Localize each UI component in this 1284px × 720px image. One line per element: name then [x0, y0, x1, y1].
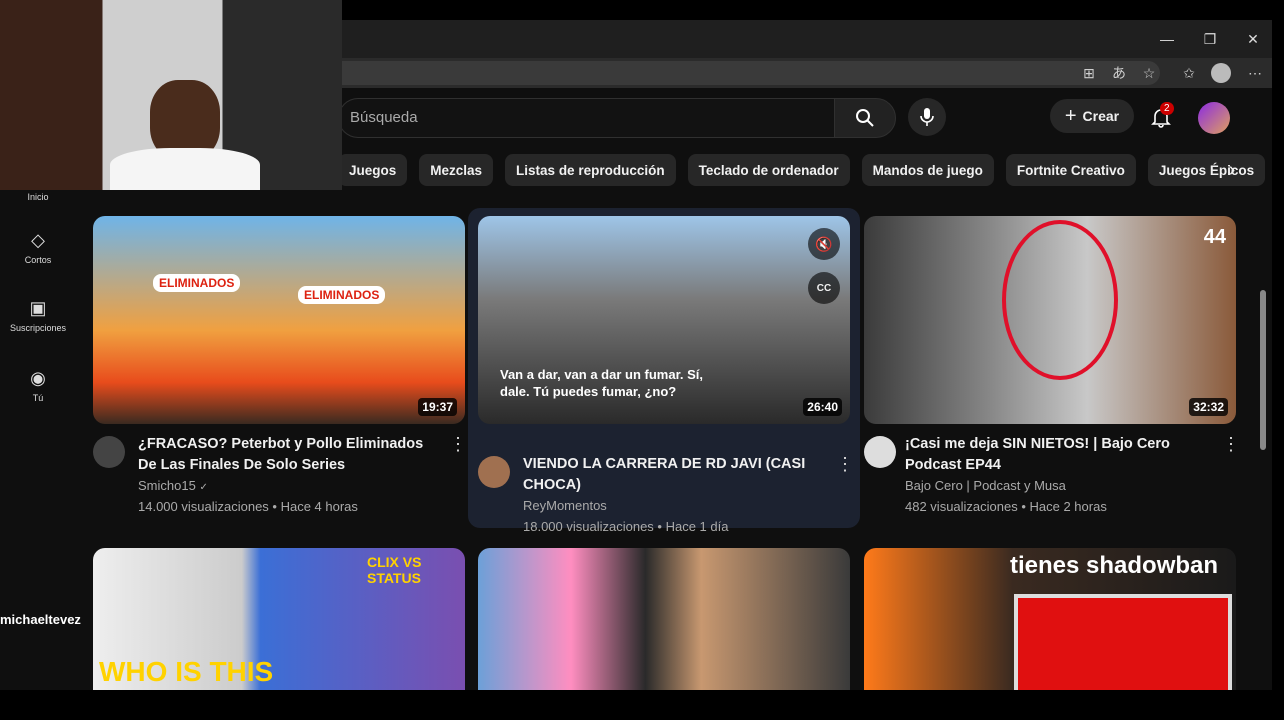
channel-name[interactable]: ReyMomentos: [523, 496, 607, 516]
you-icon: ◉: [30, 368, 46, 388]
more-vert-icon[interactable]: ⋮: [449, 434, 467, 455]
video-duration: 26:40: [803, 398, 842, 416]
video-duration: 32:32: [1189, 398, 1228, 416]
video-thumbnail[interactable]: ELIMINADOS ELIMINADOS 19:37: [93, 216, 465, 424]
sidebar-item-home[interactable]: Inicio: [0, 192, 76, 202]
video-thumbnail[interactable]: 44 32:32: [864, 216, 1236, 424]
video-card[interactable]: ELIMINADOS ELIMINADOS 19:37 ¿FRACASO? Pe…: [93, 216, 467, 536]
caption-text: Van a dar, van a dar un fumar. Sí, dale.…: [500, 367, 704, 399]
more-vert-icon[interactable]: ⋮: [836, 454, 854, 475]
chip-listas[interactable]: Listas de reproducción: [505, 154, 676, 186]
video-card[interactable]: Van a dar, van a dar un fumar. Sí, dale.…: [468, 208, 860, 534]
thumbnail-text: CLIX VS STATUS: [367, 554, 422, 586]
video-meta: 18.000 visualizaciones • Hace 1 día: [523, 519, 729, 534]
thumbnail-text: ELIMINADOS: [153, 274, 241, 292]
search-input[interactable]: Búsqueda: [350, 109, 418, 126]
person-shirt: [110, 148, 260, 190]
video-thumbnail[interactable]: Van a dar, van a dar un fumar. Sí, dale.…: [478, 216, 850, 424]
address-bar[interactable]: [330, 61, 1160, 85]
star-icon[interactable]: ☆: [1138, 62, 1160, 84]
close-button[interactable]: ✕: [1231, 20, 1275, 58]
cc-button[interactable]: CC: [808, 272, 840, 304]
video-title[interactable]: ¡Casi me deja SIN NIETOS! | Bajo Cero Po…: [905, 434, 1205, 476]
create-button[interactable]: + Crear: [1050, 99, 1134, 133]
video-thumbnail[interactable]: WHO IS THIS CLIX VS STATUS: [93, 548, 465, 690]
microphone-icon: [920, 108, 934, 126]
chip-fortnite[interactable]: Fortnite Creativo: [1005, 154, 1136, 186]
plus-icon: +: [1064, 104, 1077, 127]
sidebar-item-label: Tú: [32, 393, 44, 403]
thumbnail-text: ELIMINADOS: [298, 286, 386, 304]
sidebar-item-you[interactable]: ◉ Tú: [0, 368, 76, 403]
video-title[interactable]: VIENDO LA CARRERA DE RD JAVI (CASI CHOCA…: [523, 454, 813, 496]
chip-teclado[interactable]: Teclado de ordenador: [687, 154, 850, 186]
video-meta: 482 visualizaciones • Hace 2 horas: [905, 499, 1107, 514]
video-card[interactable]: 44 32:32 ¡Casi me deja SIN NIETOS! | Baj…: [864, 216, 1240, 536]
more-vert-icon[interactable]: ⋮: [1222, 434, 1240, 455]
search-box[interactable]: Búsqueda: [338, 98, 835, 138]
subscriptions-icon: ▣: [29, 298, 47, 318]
channel-name[interactable]: Smicho15 ✓: [138, 476, 208, 498]
thumbnail-text: WHO IS THIS: [99, 656, 274, 687]
chip-bar: Juegos Mezclas Listas de reproducción Te…: [338, 154, 1266, 186]
verified-icon: ✓: [199, 482, 208, 493]
shorts-icon: ◇: [31, 230, 45, 250]
bottom-bar: [0, 690, 1284, 720]
video-thumbnail[interactable]: [478, 548, 850, 690]
sidebar-item-label: Inicio: [27, 192, 49, 202]
channel-avatar[interactable]: [478, 456, 510, 488]
highlight-circle: [1002, 220, 1118, 380]
search-icon: [856, 109, 874, 127]
restore-button[interactable]: ❐: [1188, 20, 1232, 58]
account-avatar[interactable]: [1198, 102, 1230, 134]
mute-icon[interactable]: 🔇: [808, 228, 840, 260]
minimize-button[interactable]: —: [1145, 20, 1189, 58]
video-thumbnail[interactable]: tienes shadowban: [864, 548, 1236, 690]
webcam-overlay: [0, 0, 342, 190]
chip-mandos[interactable]: Mandos de juego: [861, 154, 994, 186]
favorites-icon[interactable]: ✩: [1178, 62, 1200, 84]
sidebar-item-shorts[interactable]: ◇ Cortos: [0, 230, 76, 265]
sidebar-item-label: Cortos: [24, 255, 52, 265]
youtube-logo-image: [1014, 594, 1232, 690]
chip-juegos[interactable]: Juegos: [338, 154, 408, 186]
streamer-name: michaeltevez: [0, 612, 81, 627]
grid-icon[interactable]: ⊞: [1078, 62, 1100, 84]
notification-badge: 2: [1160, 102, 1174, 115]
scrollbar[interactable]: [1258, 110, 1268, 710]
create-label: Crear: [1082, 108, 1120, 124]
episode-number: 44: [1203, 226, 1226, 248]
scrollbar-thumb[interactable]: [1260, 290, 1266, 450]
channel-avatar[interactable]: [864, 436, 896, 468]
sidebar-item-subscriptions[interactable]: ▣ Suscripciones: [0, 298, 76, 333]
thumbnail-text: tienes shadowban: [1010, 552, 1219, 579]
translate-icon[interactable]: あ: [1108, 62, 1130, 84]
video-meta: 14.000 visualizaciones • Hace 4 horas: [138, 499, 358, 514]
video-duration: 19:37: [418, 398, 457, 416]
channel-avatar[interactable]: [93, 436, 125, 468]
chevron-right-icon[interactable]: ›: [1216, 154, 1248, 186]
profile-icon[interactable]: [1210, 62, 1232, 84]
channel-name[interactable]: Bajo Cero | Podcast y Musa: [905, 476, 1066, 496]
sidebar-item-label: Suscripciones: [9, 323, 67, 333]
voice-search-button[interactable]: [908, 98, 946, 136]
chip-mezclas[interactable]: Mezclas: [419, 154, 494, 186]
more-icon[interactable]: ⋯: [1244, 62, 1266, 84]
search-button[interactable]: [834, 98, 896, 138]
video-title[interactable]: ¿FRACASO? Peterbot y Pollo Eliminados De…: [138, 434, 438, 476]
